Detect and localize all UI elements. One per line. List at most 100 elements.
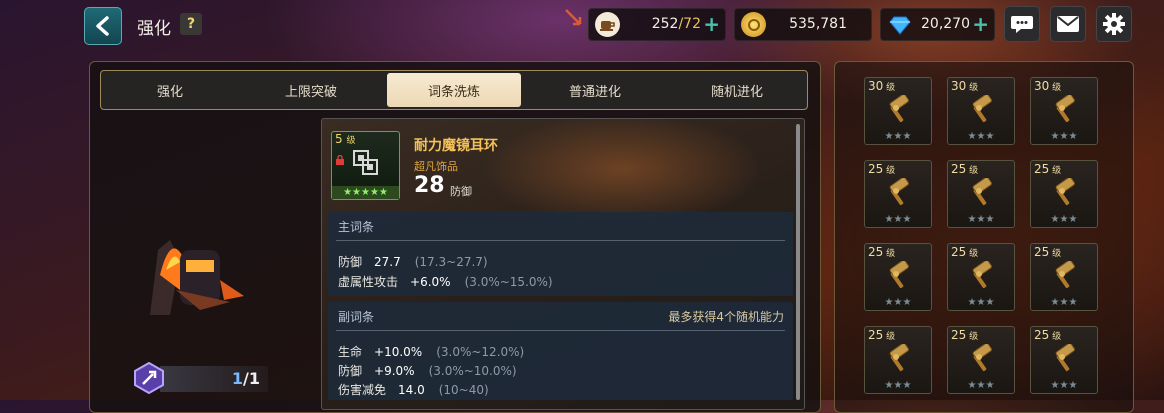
main-stats-title: 主词条 xyxy=(338,220,375,234)
coffee-cup-icon xyxy=(595,12,620,37)
item-level: 5 xyxy=(335,132,343,146)
inventory-slot-level: 30 级 xyxy=(951,79,979,93)
inventory-slot[interactable]: 30 级 ★★★ xyxy=(864,77,932,145)
item-stat-value: 28 xyxy=(414,173,445,198)
hammer-icon xyxy=(1048,93,1080,125)
earring-icon xyxy=(352,149,380,177)
hammer-icon xyxy=(882,259,914,291)
inventory-slot-stars: ★★★ xyxy=(884,297,912,308)
item-name: 耐力魔镜耳环 xyxy=(414,138,498,154)
hammer-icon xyxy=(965,93,997,125)
inventory-slot-level: 25 级 xyxy=(1034,328,1062,342)
inventory-slot-stars: ★★★ xyxy=(967,380,995,391)
gold-value: 535,781 xyxy=(789,16,847,32)
hammer-icon xyxy=(1048,176,1080,208)
hammer-icon xyxy=(965,176,997,208)
hammer-icon xyxy=(1048,342,1080,374)
chevron-left-icon xyxy=(96,16,109,36)
sub-stat-row: 生命 +10.0% (3.0%~12.0%) xyxy=(338,345,525,359)
sub-stats-note: 最多获得4个随机能力 xyxy=(668,310,784,324)
inventory-slot-stars: ★★★ xyxy=(1050,131,1078,142)
item-stars: ★★★★★ xyxy=(332,186,399,199)
sub-stats-section: 副词条 最多获得4个随机能力 生命 +10.0% (3.0%~12.0%) 防御 +9… xyxy=(328,302,793,400)
main-stat-row: 防御 27.7 (17.3~27.7) xyxy=(338,255,488,269)
item-level-unit: 级 xyxy=(346,136,356,146)
inventory-slot[interactable]: 25 级 ★★★ xyxy=(1030,243,1098,311)
back-button[interactable] xyxy=(84,7,122,45)
hammer-icon xyxy=(882,176,914,208)
gold-counter: 535,781 xyxy=(734,8,872,41)
sub-stat-row: 防御 +9.0% (3.0%~10.0%) xyxy=(338,364,517,378)
sub-stat-row: 伤害减免 14.0 (10~40) xyxy=(338,383,489,397)
inventory-slot[interactable]: 25 级 ★★★ xyxy=(864,160,932,228)
inventory-slot-level: 25 级 xyxy=(951,162,979,176)
stamina-max: 72 xyxy=(683,16,701,32)
inventory-slot-level: 30 级 xyxy=(1034,79,1062,93)
inventory-slot-level: 25 级 xyxy=(868,162,896,176)
add-stamina-button[interactable]: + xyxy=(703,12,720,36)
help-button[interactable]: ? xyxy=(180,13,202,35)
hammer-icon xyxy=(882,342,914,374)
gold-coin-icon xyxy=(741,12,766,37)
tab-enhance[interactable]: 强化 xyxy=(103,73,237,107)
mail-icon xyxy=(1057,16,1079,32)
chat-icon xyxy=(1011,16,1033,33)
inventory-slot[interactable]: 25 级 ★★★ xyxy=(864,326,932,394)
hero-sprite xyxy=(140,230,250,320)
page-title: 强化 xyxy=(137,19,171,39)
arrow-indicator-icon xyxy=(564,8,584,28)
inventory-slot[interactable]: 25 级 ★★★ xyxy=(947,326,1015,394)
inventory-slot-level: 25 级 xyxy=(868,245,896,259)
inventory-slot[interactable]: 25 级 ★★★ xyxy=(1030,160,1098,228)
gem-counter: 20,270 + xyxy=(880,8,995,41)
stamina-value: 252 xyxy=(651,16,679,32)
inventory-slot-stars: ★★★ xyxy=(884,380,912,391)
inventory-slot[interactable]: 30 级 ★★★ xyxy=(1030,77,1098,145)
divider xyxy=(336,240,785,241)
inventory-slot-level: 25 级 xyxy=(868,328,896,342)
inventory-slot[interactable]: 25 级 ★★★ xyxy=(864,243,932,311)
inventory-slot-stars: ★★★ xyxy=(1050,214,1078,225)
hero-count-current: 1 xyxy=(231,369,244,388)
item-card[interactable]: 5 级 ★★★★★ xyxy=(331,131,400,200)
inventory-slot[interactable]: 25 级 ★★★ xyxy=(947,243,1015,311)
inventory-slot[interactable]: 25 级 ★★★ xyxy=(1030,326,1098,394)
inventory-slot-level: 25 级 xyxy=(951,245,979,259)
inventory-slot-level: 30 级 xyxy=(868,79,896,93)
sub-stats-title: 副词条 xyxy=(338,310,375,324)
item-stat-name: 防御 xyxy=(450,185,472,198)
detail-scrollbar[interactable] xyxy=(796,124,800,400)
hammer-icon xyxy=(965,259,997,291)
hero-counter: 1/1 xyxy=(160,366,268,392)
add-gem-button[interactable]: + xyxy=(972,12,989,36)
inventory-slot-level: 25 级 xyxy=(951,328,979,342)
hero-class-badge-icon xyxy=(133,361,165,395)
hammer-icon xyxy=(882,93,914,125)
inventory-slot[interactable]: 25 级 ★★★ xyxy=(947,160,1015,228)
inventory-slot-stars: ★★★ xyxy=(884,131,912,142)
main-stats-section: 主词条 防御 27.7 (17.3~27.7) 虚属性攻击 +6.0% (3.0%~15… xyxy=(328,212,793,296)
hammer-icon xyxy=(965,342,997,374)
inventory-slot-stars: ★★★ xyxy=(1050,297,1078,308)
inventory-slot-stars: ★★★ xyxy=(967,297,995,308)
tab-limit-break[interactable]: 上限突破 xyxy=(244,73,378,107)
chat-button[interactable] xyxy=(1004,6,1040,42)
divider xyxy=(336,330,785,331)
lock-icon xyxy=(335,150,345,165)
inventory-slot-stars: ★★★ xyxy=(967,214,995,225)
main-stat-row: 虚属性攻击 +6.0% (3.0%~15.0%) xyxy=(338,275,553,289)
diamond-icon xyxy=(887,12,912,37)
inventory-slot[interactable]: 30 级 ★★★ xyxy=(947,77,1015,145)
inventory-slot-stars: ★★★ xyxy=(1050,380,1078,391)
settings-icon xyxy=(1103,13,1125,35)
hero-count-total: 1 xyxy=(248,369,260,388)
inventory-slot-stars: ★★★ xyxy=(884,214,912,225)
settings-button[interactable] xyxy=(1096,6,1132,42)
mail-button[interactable] xyxy=(1050,6,1086,42)
inventory-slot-stars: ★★★ xyxy=(967,131,995,142)
gem-value: 20,270 xyxy=(921,16,970,32)
tab-normal-evolve[interactable]: 普通进化 xyxy=(528,73,662,107)
tab-random-evolve[interactable]: 随机进化 xyxy=(670,73,804,107)
tab-reroll-stats[interactable]: 词条洗炼 xyxy=(387,73,521,107)
inventory-slot-level: 25 级 xyxy=(1034,245,1062,259)
